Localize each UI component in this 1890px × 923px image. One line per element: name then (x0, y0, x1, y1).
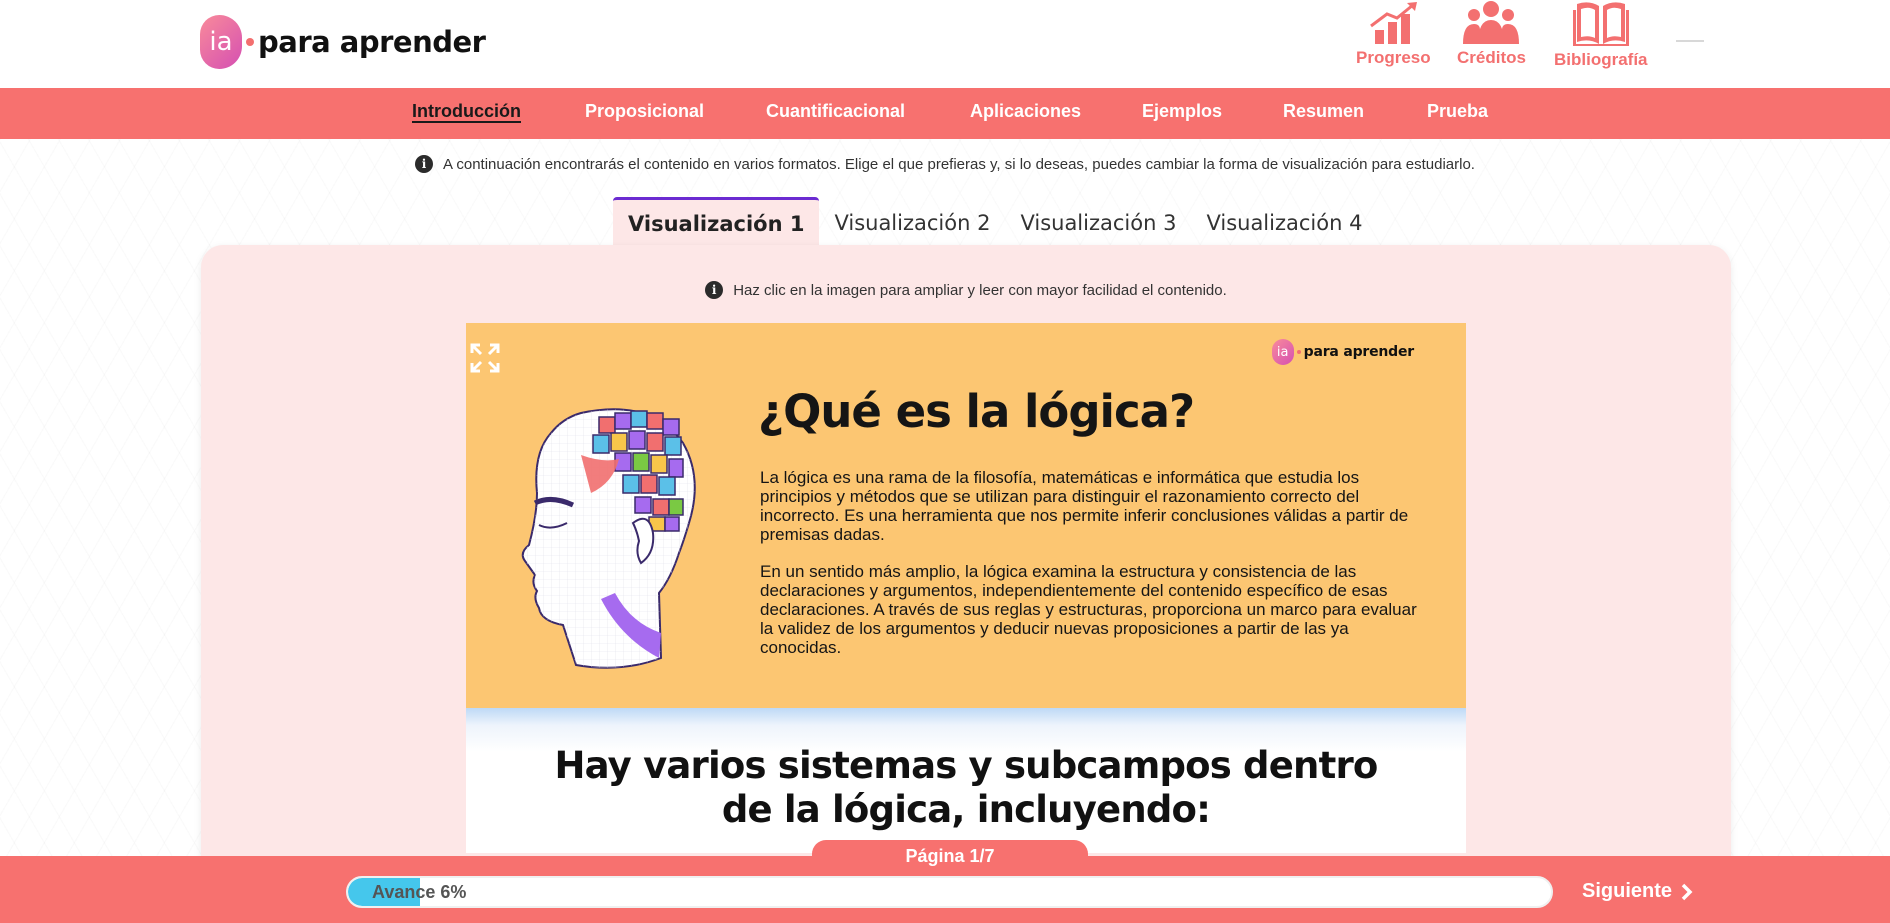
info-icon: i (415, 155, 434, 173)
nav-resumen[interactable]: Resumen (1283, 101, 1364, 122)
slide-subtitle: Hay varios sistemas y subcampos dentro d… (466, 744, 1466, 832)
menu-collapse-handle[interactable] (1676, 40, 1704, 42)
slide-image[interactable]: ia para aprender ¿Qué es la lógica? La l… (466, 323, 1466, 853)
panel-info: i Haz clic en la imagen para ampliar y l… (201, 281, 1731, 299)
credits-label: Créditos (1457, 48, 1526, 67)
chevron-right-icon (1681, 883, 1693, 900)
format-info-text: A continuación encontrarás el contenido … (443, 155, 1475, 173)
slide-header-section: ia para aprender ¿Qué es la lógica? La l… (466, 323, 1466, 708)
next-button-label: Siguiente (1582, 880, 1673, 902)
bibliography-button[interactable]: Bibliografía (1554, 0, 1648, 70)
nav-ejemplos[interactable]: Ejemplos (1142, 101, 1222, 122)
tab-visualizacion-4[interactable]: Visualización 4 (1191, 197, 1377, 245)
nav-proposicional[interactable]: Proposicional (585, 101, 704, 122)
site-logo[interactable]: ia para aprender (200, 15, 486, 69)
progress-label: Avance 6% (372, 882, 467, 902)
expand-icon[interactable] (470, 343, 500, 373)
slide-logo-dot (1296, 350, 1301, 354)
slide-paragraph-2: En un sentido más amplio, la lógica exam… (760, 562, 1417, 657)
nav-prueba[interactable]: Prueba (1427, 101, 1488, 122)
people-icon (1463, 1, 1520, 44)
format-info: i A continuación encontrarás el contenid… (0, 155, 1890, 173)
nav-introduccion[interactable]: Introducción (412, 101, 521, 122)
progress-button[interactable]: Progreso (1356, 0, 1431, 68)
next-button[interactable]: Siguiente (1582, 880, 1694, 903)
logo-badge: ia (200, 15, 242, 69)
app-header: ia para aprender Progreso Créditos Bibli… (0, 0, 1890, 88)
visualization-tabs: Visualización 1 Visualización 2 Visualiz… (613, 197, 1377, 245)
bibliography-label: Bibliografía (1554, 50, 1648, 69)
slide-subtitle-line-2: de la lógica, incluyendo: (721, 788, 1211, 831)
head-illustration (521, 408, 696, 669)
tab-visualizacion-2[interactable]: Visualización 2 (819, 197, 1005, 245)
tab-visualizacion-1[interactable]: Visualización 1 (613, 197, 820, 245)
progress-bar: Avance 6% (346, 876, 1553, 908)
slide-logo-badge: ia (1271, 339, 1294, 365)
nav-aplicaciones[interactable]: Aplicaciones (970, 101, 1081, 122)
progress-label: Progreso (1356, 48, 1431, 67)
credits-button[interactable]: Créditos (1457, 0, 1526, 68)
info-icon: i (705, 281, 724, 299)
slide-title: ¿Qué es la lógica? (758, 385, 1195, 438)
page-indicator: Página 1/7 (812, 840, 1088, 872)
tab-visualizacion-3[interactable]: Visualización 3 (1005, 197, 1191, 245)
slide-logo: ia para aprender (1271, 339, 1415, 365)
book-icon (1572, 2, 1629, 46)
panel-info-text: Haz clic en la imagen para ampliar y lee… (733, 281, 1227, 299)
slide-subtitle-line-1: Hay varios sistemas y subcampos dentro (554, 744, 1378, 787)
chart-up-icon (1370, 2, 1418, 44)
slide-logo-text: para aprender (1303, 344, 1415, 360)
logo-text: para aprender (258, 25, 486, 59)
section-nav: Introducción Proposicional Cuantificacio… (0, 88, 1890, 139)
logo-dot (246, 38, 254, 46)
slide-paragraph-1: La lógica es una rama de la filosofía, m… (760, 468, 1409, 544)
slide-second-section: Hay varios sistemas y subcampos dentro d… (466, 708, 1466, 853)
nav-cuantificacional[interactable]: Cuantificacional (766, 101, 905, 122)
